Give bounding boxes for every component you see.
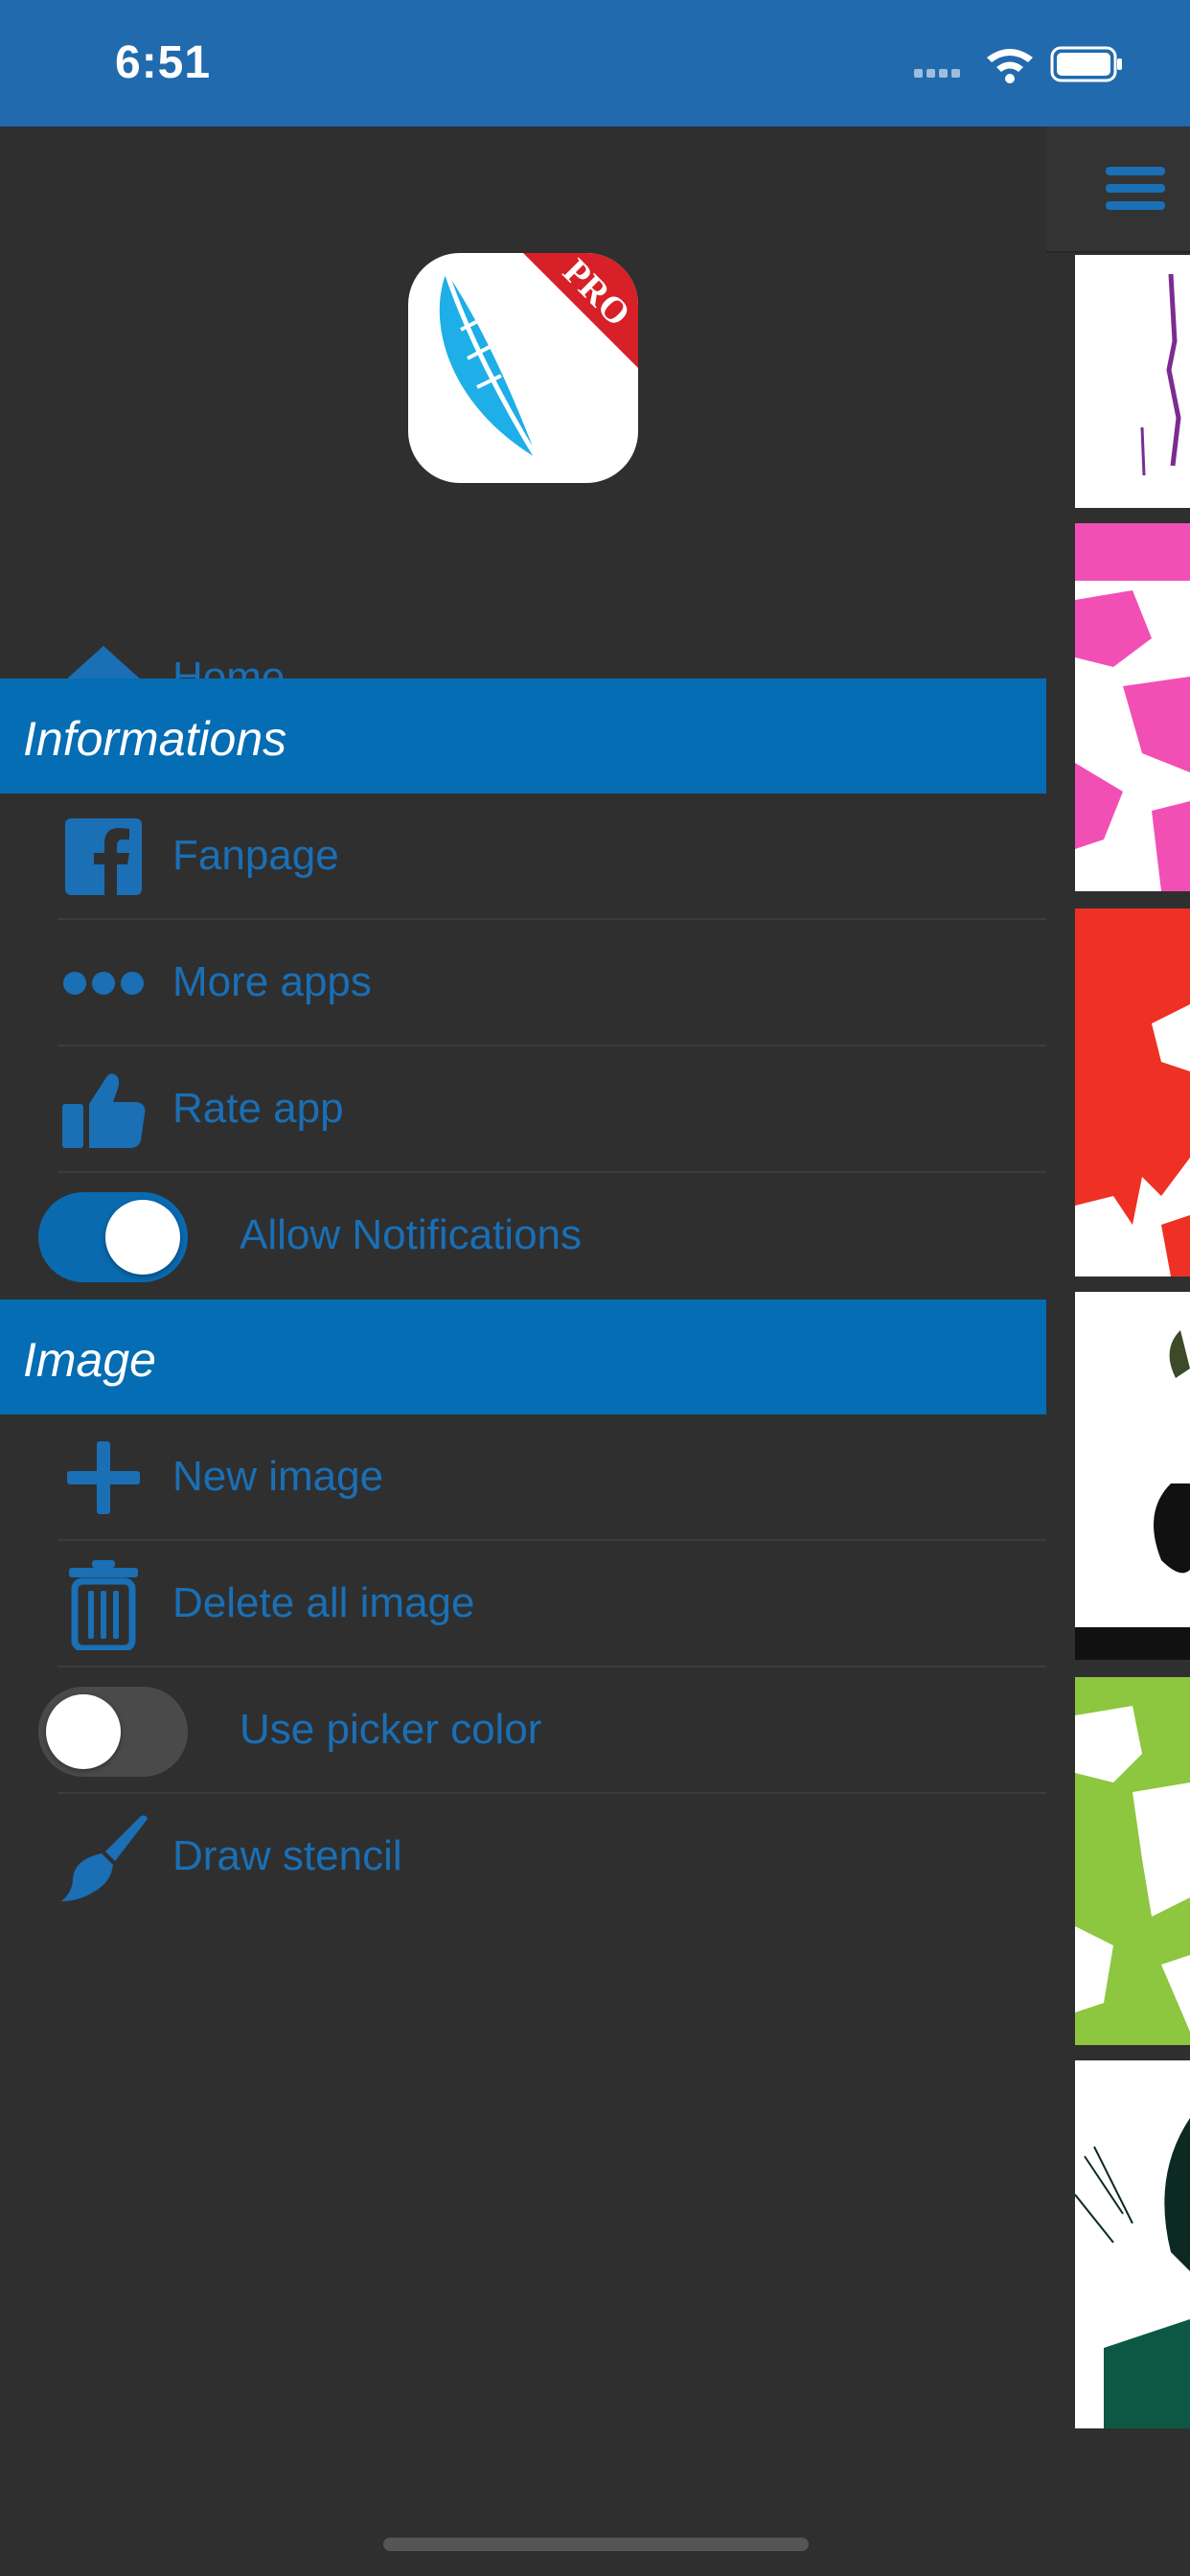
signal-wifi-battery-icon <box>914 46 1122 83</box>
menu-item-label: Fanpage <box>172 832 339 879</box>
menu-item-delete-all-image[interactable]: Delete all image <box>0 1541 1046 1668</box>
menu-item-draw-stencil[interactable]: Draw stencil <box>0 1794 1046 1920</box>
notifications-toggle[interactable] <box>38 1192 188 1282</box>
feather-logo-icon: PRO <box>439 253 638 461</box>
picker-color-toggle[interactable] <box>38 1687 188 1777</box>
trash-icon <box>57 1560 149 1650</box>
menu-item-label: Draw stencil <box>172 1832 402 1879</box>
app-logo: PRO <box>408 253 638 483</box>
thumbs-up-icon <box>57 1071 149 1148</box>
plus-icon <box>57 1439 149 1516</box>
toggle-knob <box>105 1200 180 1275</box>
gallery-thumbnail[interactable] <box>1075 1677 1190 2045</box>
hamburger-line <box>1106 167 1165 175</box>
gallery-thumbnail[interactable] <box>1075 523 1190 891</box>
section-header-informations: Informations <box>0 678 1046 794</box>
brush-icon <box>57 1815 149 1901</box>
section-title: Image <box>23 1333 156 1387</box>
hamburger-line <box>1106 201 1165 210</box>
side-drawer: PRO Home Informations Fanpage More apps … <box>0 126 1046 2576</box>
gallery-thumbnail[interactable] <box>1075 255 1190 508</box>
facebook-icon <box>57 818 149 897</box>
gallery-thumbnail[interactable] <box>1075 908 1190 1276</box>
menu-item-more-apps[interactable]: More apps <box>0 920 1046 1046</box>
gallery-thumbnail[interactable] <box>1075 2060 1190 2428</box>
hamburger-line <box>1106 184 1165 193</box>
status-time: 6:51 <box>115 37 212 88</box>
more-dots-icon <box>57 945 149 1022</box>
section-title: Informations <box>23 712 287 766</box>
menu-item-label: Allow Notifications <box>240 1211 583 1258</box>
status-icons <box>914 42 1125 86</box>
menu-item-fanpage[interactable]: Fanpage <box>0 794 1046 920</box>
hamburger-menu-button[interactable] <box>1046 126 1190 253</box>
menu-item-label: Rate app <box>172 1085 344 1132</box>
menu-item-label: Use picker color <box>240 1706 542 1753</box>
menu-item-rate-app[interactable]: Rate app <box>0 1046 1046 1173</box>
menu-item-label: New image <box>172 1453 384 1500</box>
menu-item-allow-notifications: Allow Notifications <box>0 1173 1046 1300</box>
home-indicator <box>383 2538 809 2551</box>
toggle-knob <box>46 1694 121 1769</box>
status-bar: 6:51 <box>0 0 1190 126</box>
gallery-thumbnail[interactable] <box>1075 1292 1190 1660</box>
content-peek <box>1046 126 1190 2576</box>
menu-item-new-image[interactable]: New image <box>0 1414 1046 1541</box>
section-header-image: Image <box>0 1300 1046 1414</box>
menu-item-label: More apps <box>172 958 372 1005</box>
menu-item-label: Delete all image <box>172 1579 475 1626</box>
menu-item-use-picker-color: Use picker color <box>0 1668 1046 1794</box>
